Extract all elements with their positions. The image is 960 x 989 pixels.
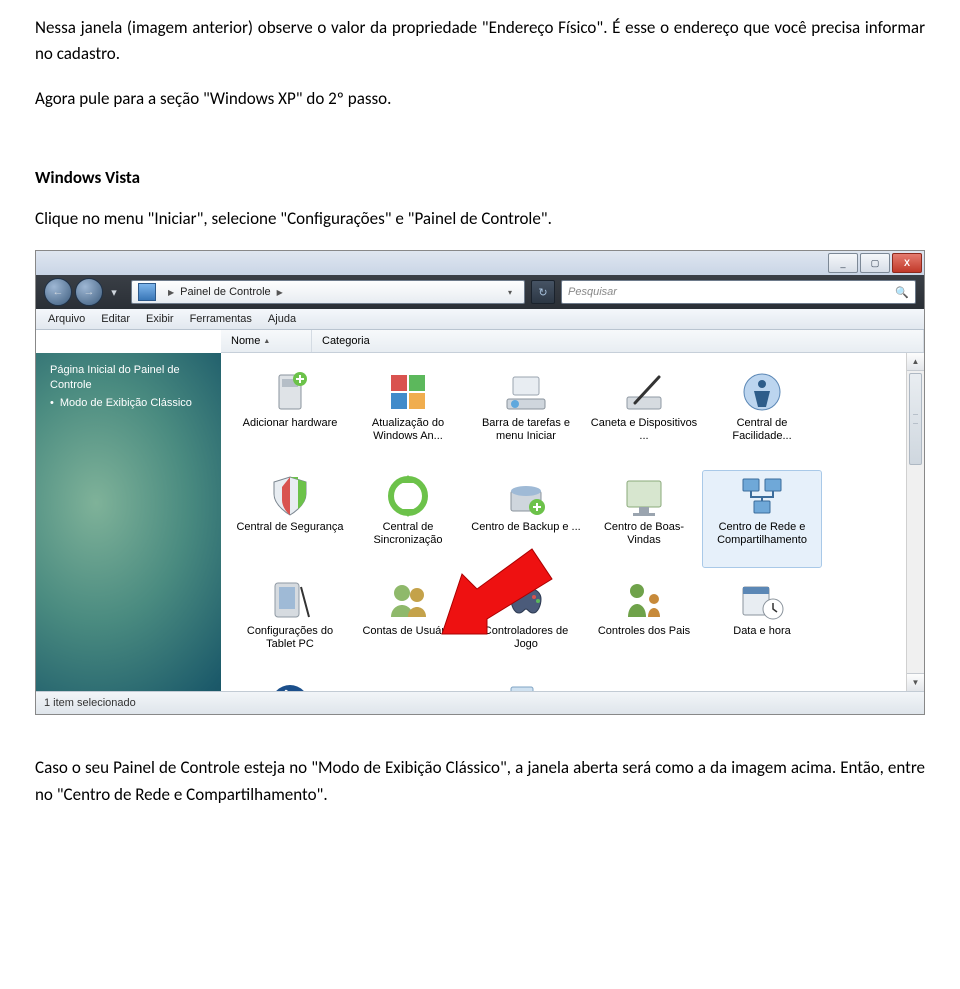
item-label: Atualização do Windows An... <box>353 417 463 442</box>
breadcrumb-arrow-icon: ▶ <box>168 288 174 297</box>
item-label: Centro de Boas-Vindas <box>589 521 699 546</box>
history-dropdown[interactable]: ▾ <box>106 279 122 305</box>
back-button[interactable]: ← <box>44 278 72 306</box>
status-text: 1 item selecionado <box>44 697 136 709</box>
menu-ajuda[interactable]: Ajuda <box>260 311 304 327</box>
menu-editar[interactable]: Editar <box>93 311 138 327</box>
tablet-icon <box>267 577 313 623</box>
refresh-button[interactable]: ↻ <box>531 280 555 304</box>
column-nome[interactable]: Nome ▲ <box>221 330 312 352</box>
item-network-sharing-center[interactable]: Centro de Rede e Compartilhamento <box>703 471 821 567</box>
item-label: Configurações do Tablet PC <box>235 625 345 650</box>
item-date-time[interactable]: Data e hora <box>703 575 821 671</box>
network-icon <box>739 473 785 519</box>
item-windows-update[interactable]: Atualização do Windows An... <box>349 367 467 463</box>
doc-paragraph-3: Clique no menu "Iniciar", selecione "Con… <box>35 206 925 232</box>
item-taskbar-start[interactable]: Barra de tarefas e menu Iniciar <box>467 367 585 463</box>
doc-paragraph-2: Agora pule para a seção "Windows XP" do … <box>35 86 925 112</box>
sync-icon <box>385 473 431 519</box>
windows-update-icon <box>385 369 431 415</box>
item-tablet-pc[interactable]: Configurações do Tablet PC <box>231 575 349 671</box>
gamepad-icon <box>503 577 549 623</box>
item-label: Barra de tarefas e menu Iniciar <box>471 417 581 442</box>
window-titlebar[interactable]: _ ▢ X <box>36 251 924 275</box>
item-label: Centro de Rede e Compartilhamento <box>707 521 817 546</box>
item-label: Central de Sincronização <box>353 521 463 546</box>
parental-icon <box>621 577 667 623</box>
item-label: Central de Segurança <box>236 521 343 534</box>
sidebar-link-classic-view[interactable]: Modo de Exibição Clássico <box>50 396 211 411</box>
ease-icon <box>739 369 785 415</box>
item-pen-devices[interactable]: Caneta e Dispositivos ... <box>585 367 703 463</box>
item-label: Central de Facilidade... <box>707 417 817 442</box>
clock-calendar-icon <box>739 577 785 623</box>
item-admin-tools[interactable]: Ferramentas Administrativas <box>467 679 585 691</box>
scroll-up-button[interactable]: ▲ <box>907 353 924 371</box>
menu-ferramentas[interactable]: Ferramentas <box>182 311 260 327</box>
item-email[interactable]: Email <box>349 679 467 691</box>
item-security-center[interactable]: Central de Segurança <box>231 471 349 567</box>
menu-bar: Arquivo Editar Exibir Ferramentas Ajuda <box>36 309 924 330</box>
minimize-button[interactable]: _ <box>828 253 858 273</box>
scroll-down-button[interactable]: ▼ <box>907 673 924 691</box>
menu-arquivo[interactable]: Arquivo <box>40 311 93 327</box>
item-label: Contas de Usuário <box>362 625 453 638</box>
item-ease-center[interactable]: Central de Facilidade... <box>703 367 821 463</box>
taskbar-icon <box>503 369 549 415</box>
backup-icon <box>503 473 549 519</box>
column-categoria[interactable]: Categoria <box>312 330 924 352</box>
shield-icon <box>267 473 313 519</box>
sort-asc-icon: ▲ <box>263 338 270 345</box>
item-adicionar-hardware[interactable]: Adicionar hardware <box>231 367 349 463</box>
pen-icon <box>621 369 667 415</box>
search-placeholder: Pesquisar <box>568 286 617 298</box>
forward-button[interactable]: → <box>75 278 103 306</box>
item-label: Adicionar hardware <box>243 417 338 430</box>
item-label: Controles dos Pais <box>598 625 690 638</box>
welcome-icon <box>621 473 667 519</box>
close-button[interactable]: X <box>892 253 922 273</box>
sidebar-tasks: Página Inicial do Painel de Controle Mod… <box>36 353 221 691</box>
menu-exibir[interactable]: Exibir <box>138 311 182 327</box>
users-icon <box>385 577 431 623</box>
email-icon <box>385 681 431 691</box>
sidebar-link-home[interactable]: Página Inicial do Painel de Controle <box>50 363 211 393</box>
chevron-down-icon: ▾ <box>111 286 117 299</box>
icon-grid: Adicionar hardware Atualização do Window… <box>221 353 924 691</box>
breadcrumb-text: Painel de Controle <box>180 286 271 298</box>
search-input[interactable]: Pesquisar 🔍 <box>561 280 916 304</box>
arrow-left-icon: ← <box>53 286 64 298</box>
item-bluetooth[interactable]: Dispositivos Bluetooth <box>231 679 349 691</box>
item-welcome-center[interactable]: Centro de Boas-Vindas <box>585 471 703 567</box>
column-headers: Nome ▲ Categoria <box>221 330 924 353</box>
item-user-accounts[interactable]: Contas de Usuário <box>349 575 467 671</box>
hardware-icon <box>267 369 313 415</box>
item-sync-center[interactable]: Central de Sincronização <box>349 471 467 567</box>
chevron-down-icon[interactable]: ▾ <box>508 288 512 297</box>
breadcrumb-arrow-icon: ▶ <box>277 288 283 297</box>
bluetooth-icon <box>267 681 313 691</box>
doc-paragraph-1: Nessa janela (imagem anterior) observe o… <box>35 15 925 68</box>
refresh-icon: ↻ <box>538 286 547 299</box>
item-label: Controladores de Jogo <box>471 625 581 650</box>
doc-heading-vista: Windows Vista <box>35 167 925 188</box>
item-parental-controls[interactable]: Controles dos Pais <box>585 575 703 671</box>
item-label: Caneta e Dispositivos ... <box>589 417 699 442</box>
maximize-button[interactable]: ▢ <box>860 253 890 273</box>
item-label: Data e hora <box>733 625 790 638</box>
admin-tools-icon <box>503 681 549 691</box>
navigation-bar: ← → ▾ ▶ Painel de Controle ▶ ▾ ↻ Pesquis… <box>36 275 924 309</box>
status-bar: 1 item selecionado <box>36 691 924 714</box>
item-backup-center[interactable]: Centro de Backup e ... <box>467 471 585 567</box>
doc-paragraph-4: Caso o seu Painel de Controle esteja no … <box>35 755 925 808</box>
item-label: Centro de Backup e ... <box>471 521 580 534</box>
control-panel-icon <box>138 283 156 301</box>
item-game-controllers[interactable]: Controladores de Jogo <box>467 575 585 671</box>
scroll-thumb[interactable] <box>909 373 922 465</box>
breadcrumb-bar[interactable]: ▶ Painel de Controle ▶ ▾ <box>131 280 525 304</box>
arrow-right-icon: → <box>84 286 95 298</box>
vertical-scrollbar[interactable]: ▲ ▼ <box>906 353 924 691</box>
search-icon: 🔍 <box>895 286 909 299</box>
control-panel-window: _ ▢ X ← → ▾ ▶ Painel de Controle ▶ ▾ ↻ P… <box>35 250 925 715</box>
